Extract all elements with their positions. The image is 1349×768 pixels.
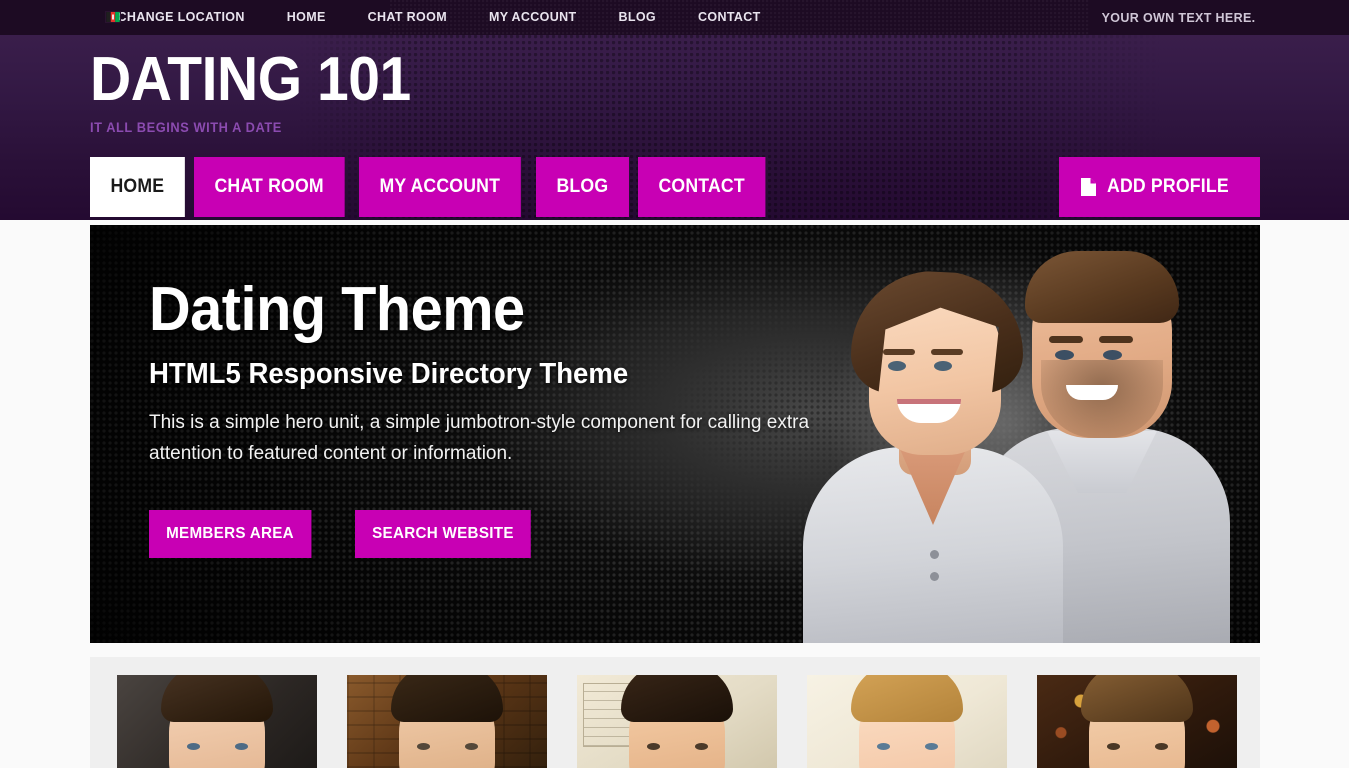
nav-item-chat-room[interactable]: CHAT ROOM bbox=[194, 157, 345, 217]
topnav-item-my-account[interactable]: MY ACCOUNT bbox=[468, 0, 598, 35]
topnav-item-home[interactable]: HOME bbox=[266, 0, 347, 35]
profile-thumbnail-2[interactable] bbox=[347, 675, 547, 768]
add-profile-button[interactable]: ADD PROFILE bbox=[1058, 157, 1260, 217]
site-tagline: IT ALL BEGINS WITH A DATE bbox=[89, 120, 282, 135]
profile-thumbnail-4[interactable] bbox=[807, 675, 1007, 768]
hero-content: Dating Theme HTML5 Responsive Directory … bbox=[149, 275, 849, 559]
site-header: DATING 101 IT ALL BEGINS WITH A DATE HOM… bbox=[0, 35, 1349, 220]
profile-thumbnail-strip bbox=[90, 657, 1260, 768]
hero-button-group: MEMBERS AREA SEARCH WEBSITE bbox=[149, 510, 849, 559]
nav-item-blog[interactable]: BLOG bbox=[535, 157, 629, 217]
topnav-item-contact[interactable]: CONTACT bbox=[677, 0, 782, 35]
site-title: DATING 101 bbox=[89, 45, 411, 114]
hero-subtitle: HTML5 Responsive Directory Theme bbox=[149, 358, 629, 391]
hero-paragraph: This is a simple hero unit, a simple jum… bbox=[149, 412, 810, 464]
topnav-item-chat-room[interactable]: CHAT ROOM bbox=[347, 0, 468, 35]
page-root: CHANGE LOCATION HOME CHAT ROOM MY ACCOUN… bbox=[0, 0, 1349, 768]
brand-block[interactable]: DATING 101 IT ALL BEGINS WITH A DATE bbox=[89, 45, 439, 136]
profile-thumbnail-5[interactable] bbox=[1037, 675, 1237, 768]
search-website-button[interactable]: SEARCH WEBSITE bbox=[354, 510, 531, 559]
document-icon bbox=[1080, 178, 1096, 196]
topnav-item-blog[interactable]: BLOG bbox=[598, 0, 678, 35]
hero-title: Dating Theme bbox=[149, 275, 525, 344]
flag-icon[interactable] bbox=[104, 11, 121, 23]
main-nav: HOME CHAT ROOM MY ACCOUNT BLOG CONTACT bbox=[89, 157, 776, 217]
top-utility-bar: CHANGE LOCATION HOME CHAT ROOM MY ACCOUN… bbox=[0, 0, 1349, 35]
profile-thumbnail-list bbox=[117, 675, 1237, 768]
nav-item-home[interactable]: HOME bbox=[89, 157, 185, 217]
profile-thumbnail-1[interactable] bbox=[117, 675, 317, 768]
nav-item-my-account[interactable]: MY ACCOUNT bbox=[358, 157, 521, 217]
nav-item-contact[interactable]: CONTACT bbox=[638, 157, 766, 217]
topbar-custom-text: YOUR OWN TEXT HERE. bbox=[1101, 10, 1256, 25]
hero-banner: Dating Theme HTML5 Responsive Directory … bbox=[90, 225, 1260, 643]
profile-thumbnail-3[interactable] bbox=[577, 675, 777, 768]
top-utility-nav: CHANGE LOCATION HOME CHAT ROOM MY ACCOUN… bbox=[90, 0, 782, 35]
add-profile-label: ADD PROFILE bbox=[1106, 176, 1229, 197]
members-area-button[interactable]: MEMBERS AREA bbox=[149, 510, 312, 559]
